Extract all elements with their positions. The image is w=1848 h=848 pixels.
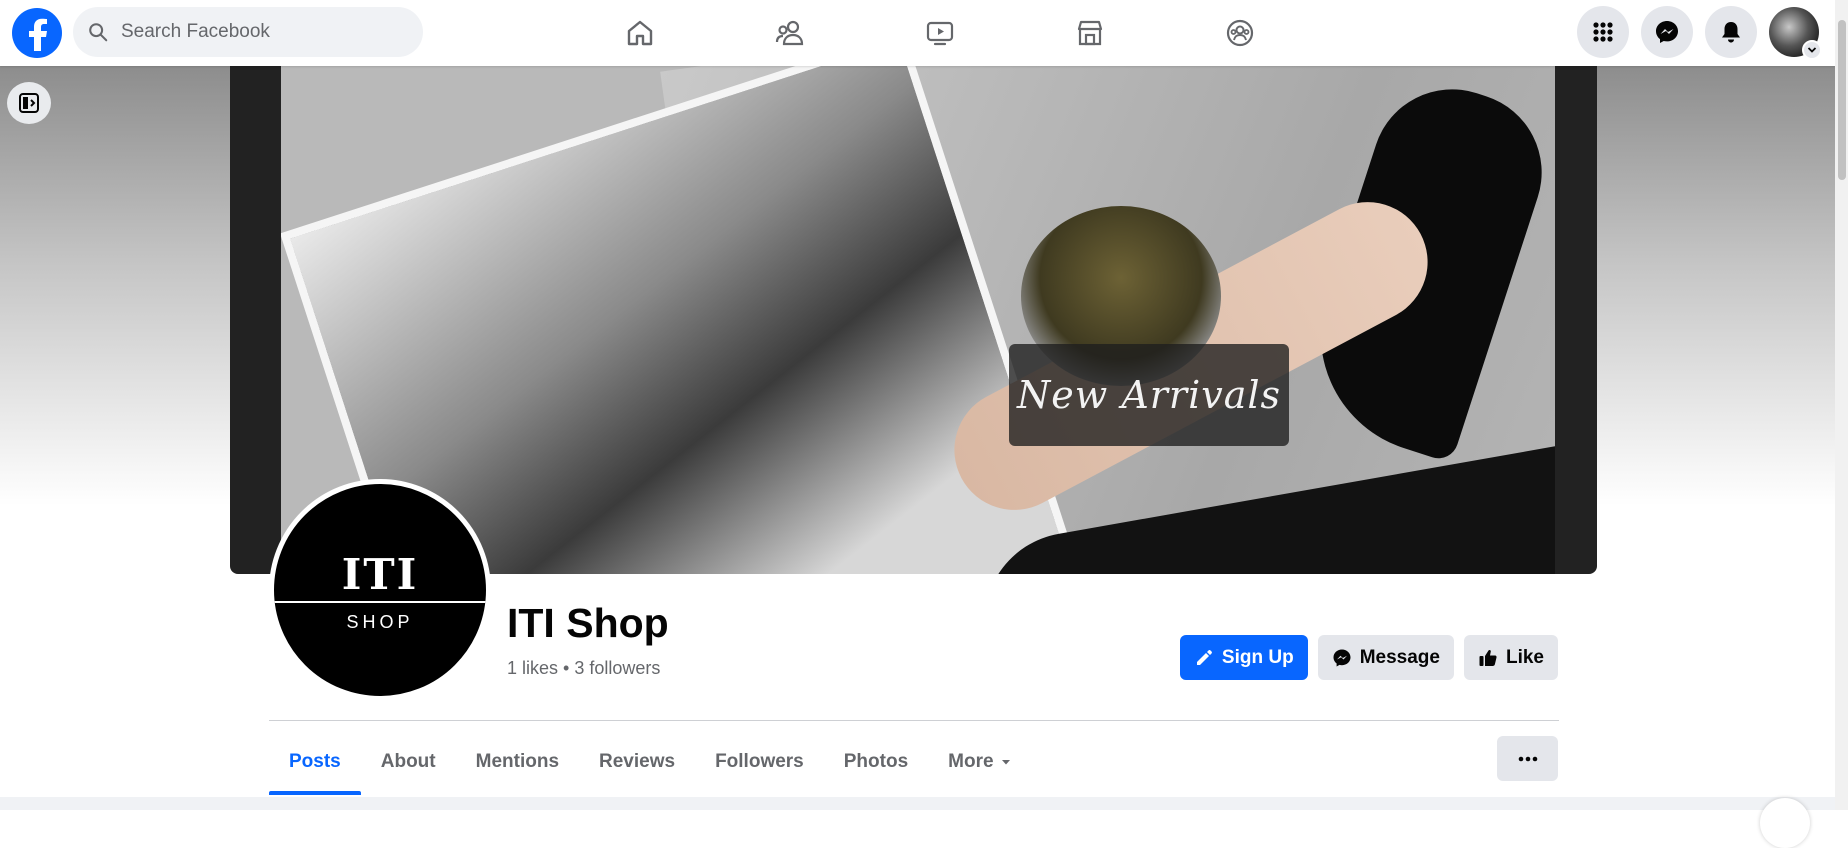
search-box[interactable] <box>73 7 423 57</box>
primary-nav <box>565 0 1315 66</box>
sign-up-label: Sign Up <box>1221 646 1294 668</box>
page-stats[interactable]: 1 likes • 3 followers <box>507 658 660 679</box>
groups-icon <box>1226 19 1254 47</box>
tab-label: About <box>380 751 436 772</box>
tab-about[interactable]: About <box>361 729 456 795</box>
marketplace-icon <box>1077 20 1103 46</box>
facebook-logo[interactable] <box>12 8 62 58</box>
pencil-icon <box>1196 649 1212 665</box>
watch-icon <box>926 21 954 46</box>
tab-label: Reviews <box>599 751 676 772</box>
home-icon <box>627 20 653 46</box>
account-menu-chevron[interactable] <box>1802 40 1822 60</box>
more-options-button[interactable] <box>1497 736 1558 781</box>
account-controls <box>1577 6 1822 60</box>
menu-button[interactable] <box>1577 6 1629 58</box>
new-arrivals-banner: New Arrivals <box>1009 344 1289 446</box>
tab-posts[interactable]: Posts <box>269 729 361 795</box>
tab-label: Photos <box>843 751 909 772</box>
tab-label: More <box>948 751 994 772</box>
cover-photo <box>281 66 1555 574</box>
caret-down-icon <box>1001 760 1010 765</box>
logo-divider <box>274 601 486 603</box>
search-icon <box>89 23 108 42</box>
tab-reviews[interactable]: Reviews <box>579 729 695 795</box>
notifications-icon <box>1722 22 1740 43</box>
tab-followers[interactable]: Followers <box>695 729 824 795</box>
sign-up-button[interactable]: Sign Up <box>1179 635 1308 680</box>
floating-action-button[interactable] <box>1760 798 1810 848</box>
tab-mentions[interactable]: Mentions <box>456 729 579 795</box>
logo-main-text: ITI <box>341 550 419 599</box>
logo-sub-text: SHOP <box>346 612 414 632</box>
feed-background <box>0 797 1835 810</box>
tab-label: Followers <box>715 751 804 772</box>
more-dots-icon <box>1518 756 1537 761</box>
nav-watch[interactable] <box>865 0 1015 66</box>
tab-label: Posts <box>289 751 341 772</box>
tab-label: Mentions <box>475 751 560 772</box>
page-tabs: Posts About Mentions Reviews Followers P… <box>269 729 1032 795</box>
top-navigation-bar <box>0 0 1835 66</box>
tab-more[interactable]: More <box>928 729 1031 795</box>
friends-icon <box>775 20 804 46</box>
nav-friends[interactable] <box>715 0 865 66</box>
page-title: ITI Shop <box>507 600 669 646</box>
chevron-down-icon <box>1807 47 1817 53</box>
nav-home[interactable] <box>565 0 715 66</box>
search-input[interactable] <box>119 20 399 44</box>
page-scrollbar[interactable] <box>1835 0 1848 810</box>
messenger-icon <box>1333 649 1351 666</box>
profile-picture[interactable]: ITI SHOP <box>269 479 491 701</box>
menu-grid-icon <box>1593 22 1613 42</box>
like-button[interactable]: Like <box>1463 635 1558 680</box>
account-avatar[interactable] <box>1769 7 1822 60</box>
nav-marketplace[interactable] <box>1015 0 1165 66</box>
notifications-button[interactable] <box>1705 6 1757 58</box>
new-arrivals-text: New Arrivals <box>1016 373 1282 417</box>
nav-groups[interactable] <box>1165 0 1315 66</box>
messenger-icon <box>1656 21 1678 43</box>
header-divider <box>269 720 1559 721</box>
message-button[interactable]: Message <box>1317 635 1454 680</box>
message-label: Message <box>1359 646 1440 668</box>
tab-photos[interactable]: Photos <box>824 729 928 795</box>
thumbs-up-icon <box>1479 649 1497 666</box>
scrollbar-thumb[interactable] <box>1838 20 1846 180</box>
like-label: Like <box>1505 646 1544 668</box>
sidebar-toggle-button[interactable] <box>7 82 51 124</box>
messenger-button[interactable] <box>1641 6 1693 58</box>
sidebar-panel-icon <box>19 93 39 113</box>
facebook-f-icon <box>29 18 47 51</box>
page-actions: Sign Up Message Like <box>1179 635 1558 680</box>
